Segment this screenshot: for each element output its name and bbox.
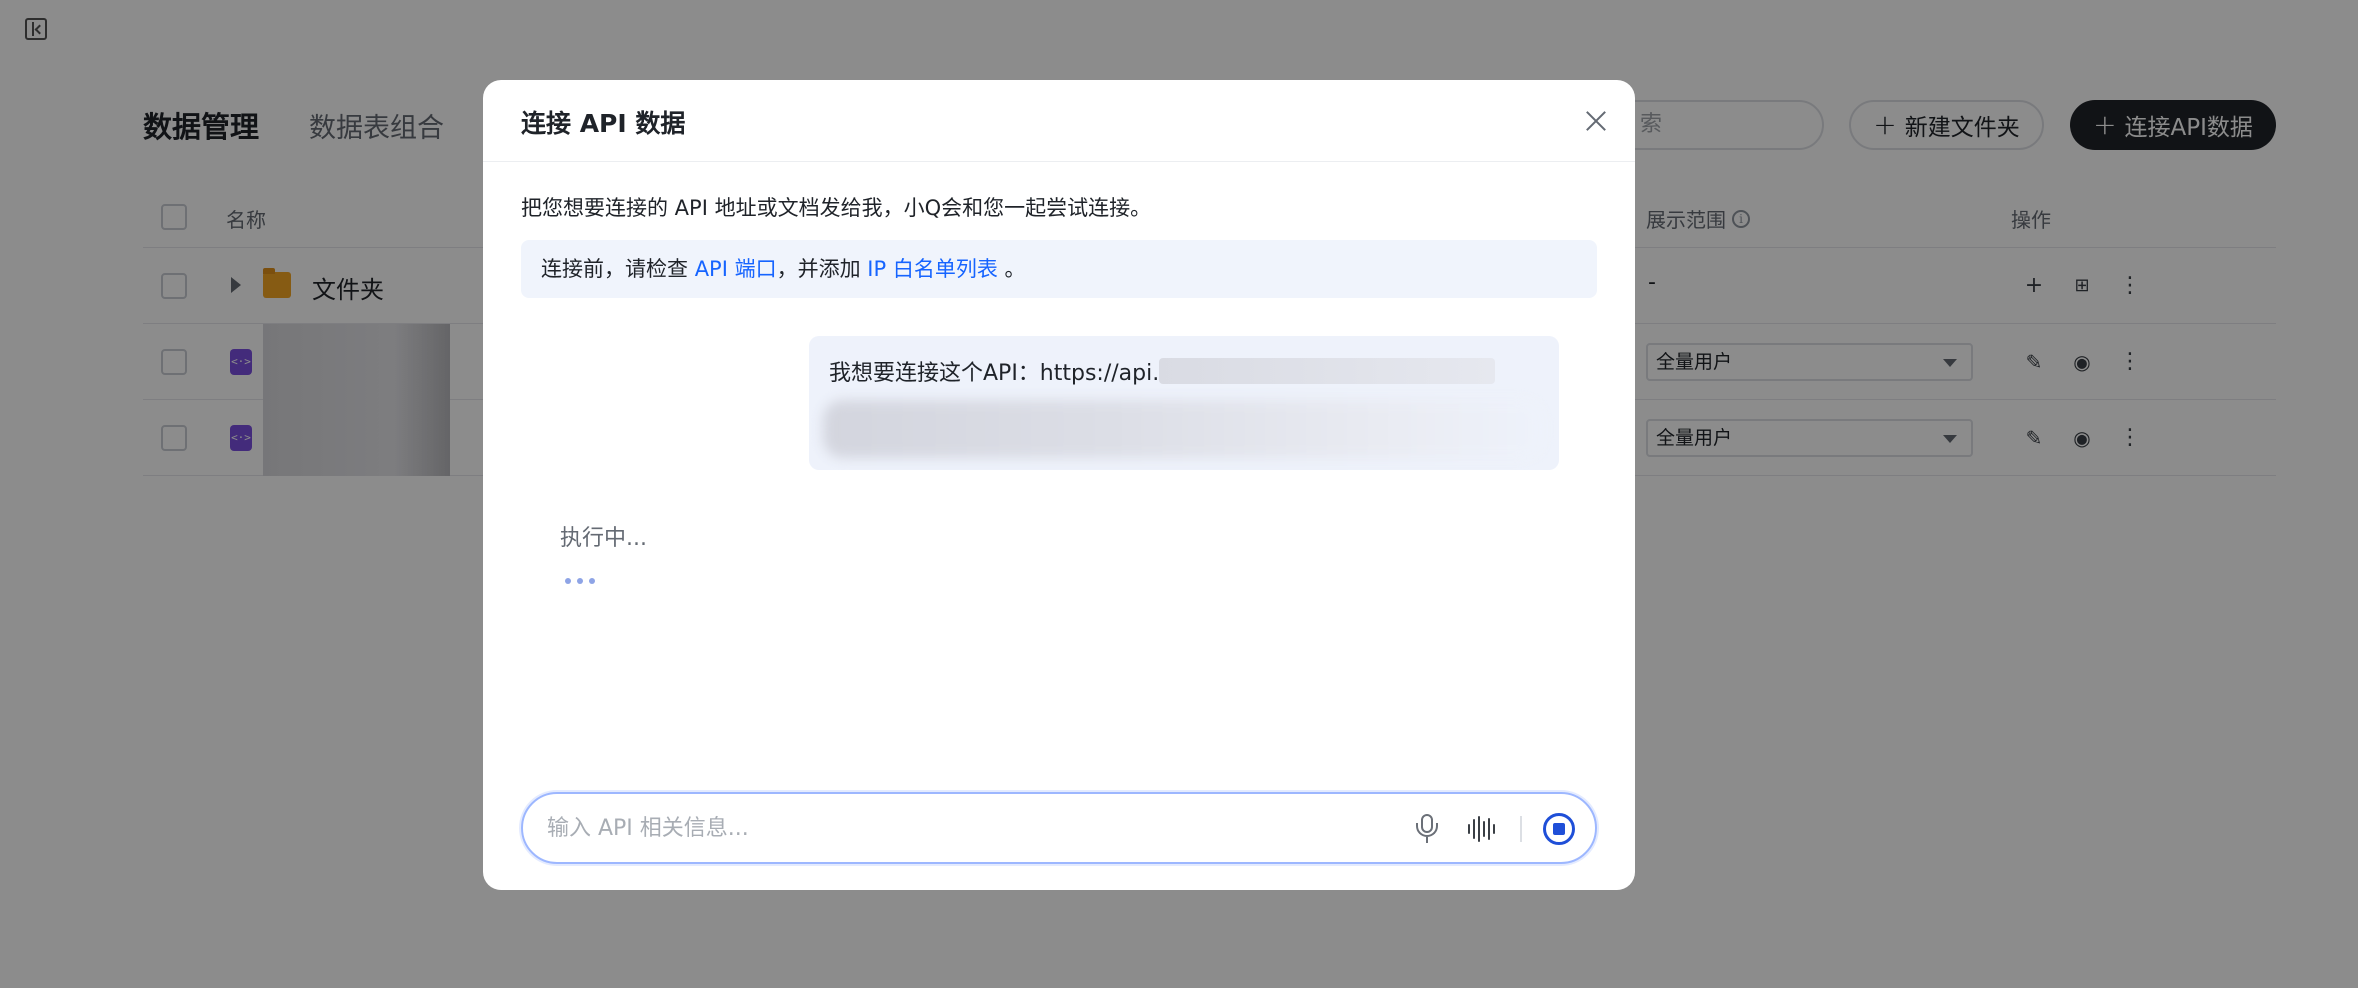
loading-dots — [565, 578, 595, 584]
notice-suffix: 。 — [997, 257, 1026, 281]
user-message-text: 我想要连接这个API：https://api.r — [829, 361, 1169, 386]
dialog-header: 连接 API 数据 — [483, 80, 1635, 162]
input-divider — [1520, 816, 1522, 842]
stop-icon[interactable] — [1543, 813, 1575, 845]
chat-input-box — [521, 792, 1597, 864]
api-port-link[interactable]: API 端口 — [695, 257, 777, 281]
loading-dot — [565, 578, 571, 584]
redacted-text — [823, 400, 1543, 458]
voice-wave-icon[interactable] — [1468, 814, 1498, 844]
notice-banner: 连接前，请检查 API 端口，并添加 IP 白名单列表 。 — [521, 240, 1597, 298]
ip-whitelist-link[interactable]: IP 白名单列表 — [867, 257, 998, 281]
executing-status: 执行中... — [560, 526, 647, 551]
connect-api-dialog: 连接 API 数据 把您想要连接的 API 地址或文档发给我，小Q会和您一起尝试… — [483, 80, 1635, 890]
user-message-bubble: 我想要连接这个API：https://api.r — [809, 336, 1559, 470]
close-icon[interactable] — [1581, 106, 1611, 136]
redacted-url — [1159, 358, 1495, 384]
loading-dot — [577, 578, 583, 584]
microphone-icon[interactable] — [1415, 814, 1439, 844]
dialog-description: 把您想要连接的 API 地址或文档发给我，小Q会和您一起尝试连接。 — [521, 196, 1152, 220]
api-info-input[interactable] — [547, 812, 1367, 844]
notice-middle: ，并添加 — [776, 257, 868, 281]
loading-dot — [589, 578, 595, 584]
notice-prefix: 连接前，请检查 — [541, 257, 695, 281]
dialog-title: 连接 API 数据 — [521, 109, 686, 138]
